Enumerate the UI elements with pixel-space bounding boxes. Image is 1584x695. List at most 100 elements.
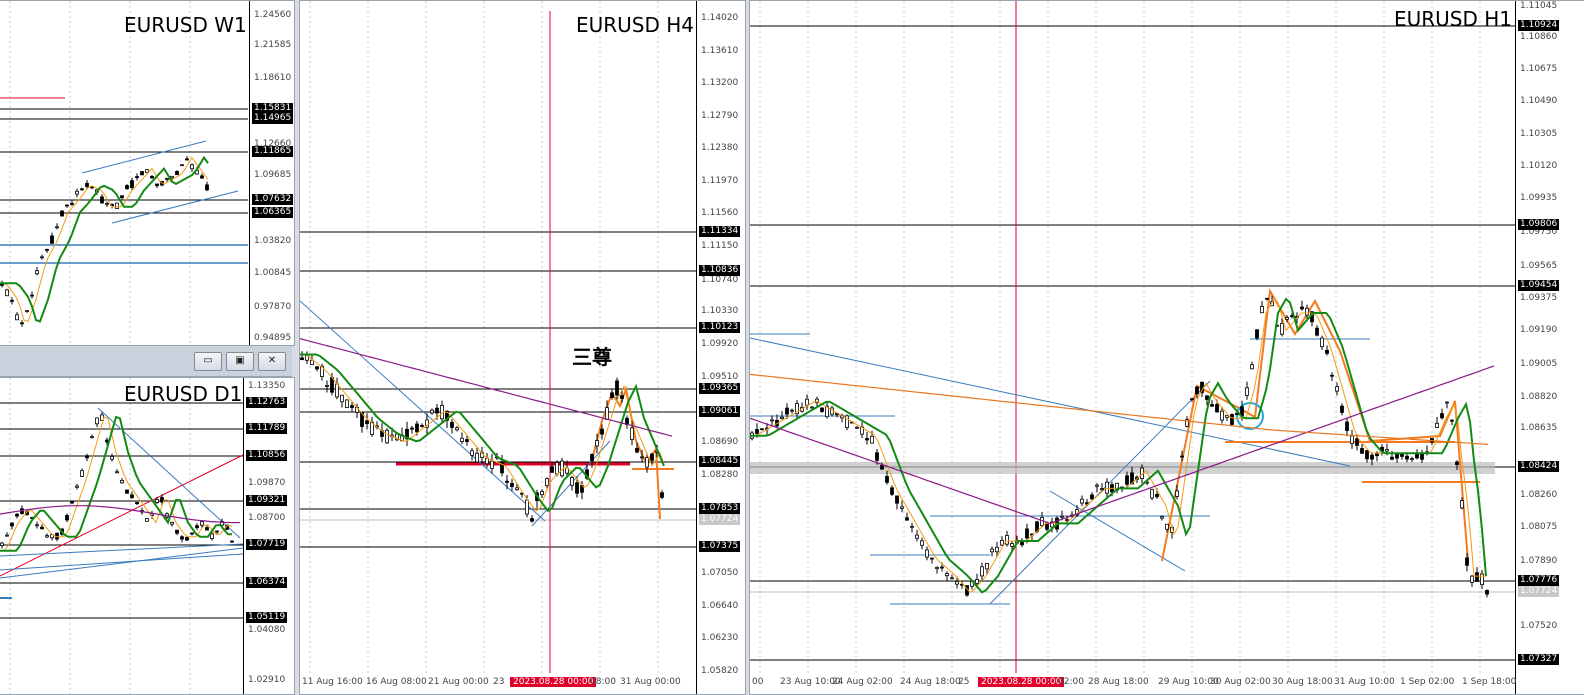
candle <box>1250 364 1254 370</box>
candle <box>1195 386 1199 395</box>
candle <box>310 359 314 365</box>
price-level-tag[interactable]: 1.09061 <box>699 406 741 417</box>
ma-mid-line <box>0 155 209 323</box>
chart-panel-d1[interactable]: EURUSD D1 1.133501.103901.098701.087001.… <box>0 377 295 695</box>
price-tick: 1.07050 <box>701 568 739 578</box>
candle <box>1025 528 1029 539</box>
candle <box>645 457 649 468</box>
price-level-tag[interactable]: 1.05119 <box>246 612 288 623</box>
candle <box>410 427 414 430</box>
price-tick: 1.10305 <box>1520 129 1558 139</box>
price-level-tag[interactable]: 1.07327 <box>1518 654 1560 665</box>
price-level-tag[interactable]: 1.07776 <box>1518 575 1560 586</box>
candle <box>1100 488 1104 491</box>
minimize-button[interactable]: ▭ <box>194 352 222 371</box>
price-tick: 1.08280 <box>701 470 739 480</box>
candle <box>115 202 119 210</box>
price-level-tag[interactable]: 1.09454 <box>1518 280 1560 291</box>
candle <box>1280 323 1284 335</box>
price-level-tag[interactable]: 1.07375 <box>699 541 741 552</box>
candle <box>200 175 204 179</box>
ma-fast-line <box>0 156 209 323</box>
pattern-annotation: 三尊 <box>572 345 612 369</box>
price-level-tag[interactable]: 1.07853 <box>699 503 741 514</box>
candle <box>1340 405 1344 413</box>
price-tick: 1.11560 <box>701 208 739 218</box>
price-level-tag[interactable]: 1.10924 <box>1518 20 1560 31</box>
candle <box>340 394 344 403</box>
candle <box>615 380 619 396</box>
price-level-tag[interactable]: 1.06365 <box>252 207 294 218</box>
price-level-tag[interactable]: 1.09321 <box>246 495 288 506</box>
candle <box>40 256 44 259</box>
candle <box>875 452 879 461</box>
price-level-tag[interactable]: 1.06374 <box>246 577 288 588</box>
candle <box>805 398 809 406</box>
time-label: 00 <box>752 677 764 687</box>
price-level-tag[interactable]: 1.10123 <box>699 322 741 333</box>
candle <box>315 366 319 370</box>
chart-panel-h1[interactable]: EURUSD H1 1.11045 1.10860 1.10675 1.10490 1.… <box>749 0 1584 695</box>
price-level-tag[interactable]: 1.07632 <box>252 194 294 205</box>
close-button[interactable]: ✕ <box>258 352 286 371</box>
candle <box>1265 297 1269 300</box>
price-tick: 1.08075 <box>1520 522 1558 532</box>
price-tick: 1.09510 <box>701 372 739 382</box>
candle <box>620 395 624 399</box>
candle <box>210 533 214 539</box>
chart-canvas-h1[interactable] <box>750 1 1515 673</box>
price-level-tag[interactable]: 1.11789 <box>246 423 288 434</box>
candle <box>85 455 89 459</box>
price-level-tag[interactable]: 1.10856 <box>246 450 288 461</box>
time-label: 08:00 <box>590 677 616 687</box>
candle <box>65 204 69 207</box>
candle <box>15 314 19 321</box>
candle <box>195 525 199 529</box>
chart-canvas-w1[interactable] <box>0 1 250 345</box>
time-label: 21 Aug 00:00 <box>428 677 489 687</box>
candle <box>855 426 859 429</box>
restore-button[interactable]: ▣ <box>226 352 254 371</box>
candle <box>135 502 139 505</box>
price-tick: 1.06230 <box>701 633 739 643</box>
candle <box>95 417 99 425</box>
price-level-tag[interactable]: 1.08445 <box>699 456 741 467</box>
candle <box>935 566 939 570</box>
candle <box>185 536 189 541</box>
price-level-tag[interactable]: 1.11334 <box>699 226 741 237</box>
candle <box>350 405 354 408</box>
candle <box>1155 493 1159 498</box>
candle <box>1210 404 1214 407</box>
price-level-tag[interactable]: 1.09365 <box>699 383 741 394</box>
candle <box>45 249 49 251</box>
chart-canvas-h4[interactable] <box>300 1 696 673</box>
price-level-tag[interactable]: 1.12763 <box>246 397 288 408</box>
candle <box>75 485 79 488</box>
candle <box>50 235 54 244</box>
window-titlebar-d1[interactable]: ▭ ▣ ✕ <box>0 346 292 377</box>
candle <box>55 226 59 229</box>
price-tick: 1.13610 <box>701 46 739 56</box>
chart-panel-h4[interactable]: EURUSD H4 三尊 1.14020 1.13610 1.13200 1.1279… <box>299 0 746 695</box>
price-level-tag[interactable]: 1.08424 <box>1518 461 1560 472</box>
candle <box>5 289 9 297</box>
candle <box>125 185 129 190</box>
price-level-tag[interactable]: 1.14965 <box>252 113 294 124</box>
price-level-tag[interactable]: 1.11865 <box>252 146 294 157</box>
candle <box>1095 484 1099 487</box>
event-time-label: 2023.08.28 00:00 <box>978 677 1065 687</box>
candle <box>820 407 824 412</box>
candle <box>950 577 954 580</box>
candle <box>1445 401 1449 404</box>
candle <box>930 557 934 560</box>
price-tick: 1.10120 <box>1520 161 1558 171</box>
price-tick: 1.02910 <box>248 675 286 685</box>
price-level-tag[interactable]: 1.07719 <box>246 539 288 550</box>
price-level-tag[interactable]: 1.09806 <box>1518 219 1560 230</box>
candle <box>1005 535 1009 545</box>
candle <box>70 501 74 504</box>
chart-canvas-d1[interactable] <box>0 378 244 694</box>
price-level-tag[interactable]: 1.10836 <box>699 265 741 276</box>
candle <box>890 487 894 495</box>
chart-panel-w1[interactable]: EURUSD W1 1.24560 1.21585 1.18610 1.12660 1.… <box>0 0 295 346</box>
